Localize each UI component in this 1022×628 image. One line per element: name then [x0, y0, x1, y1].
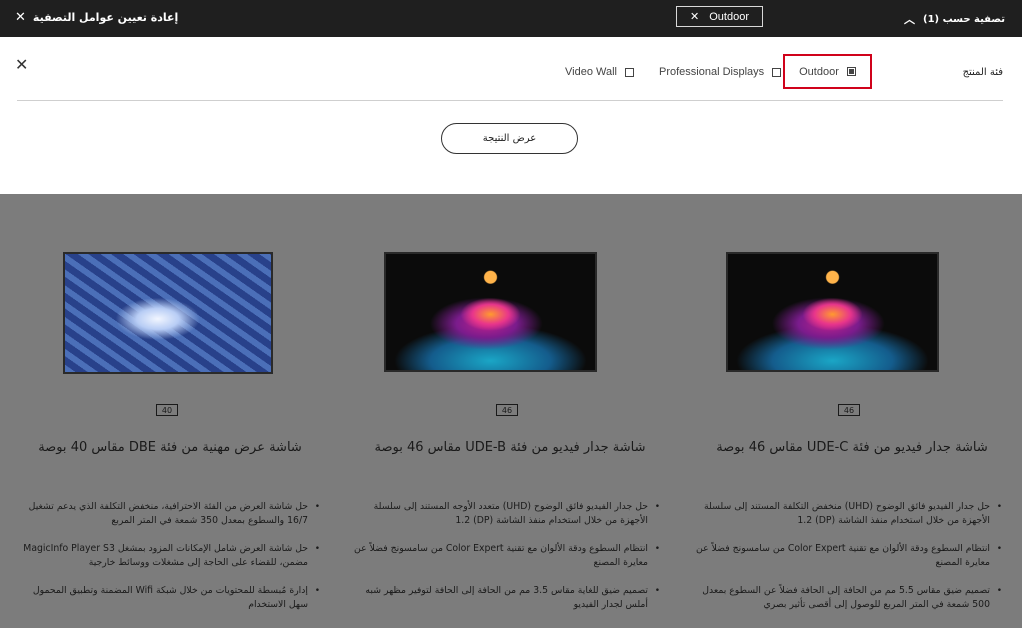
- product-card-ude-b[interactable]: 46 شاشة جدار فيديو من فئة UDE-B مقاس 46 …: [340, 194, 680, 628]
- reset-filters-button[interactable]: ✕ إعادة تعيين عوامل التصفية: [15, 10, 178, 25]
- size-badge: 46: [838, 404, 860, 416]
- remove-filter-icon[interactable]: ✕: [690, 10, 699, 23]
- product-title[interactable]: شاشة عرض مهنية من فئة DBE مقاس 40 بوصة: [0, 440, 340, 455]
- feature-item: حل جدار الفيديو فائق الوضوح (UHD) منخفض …: [694, 500, 1004, 528]
- filter-option-video-wall[interactable]: Video Wall: [565, 66, 634, 78]
- category-label: فئة المنتج: [962, 67, 1003, 78]
- filter-by-label: تصفية حسب (1): [922, 13, 1005, 25]
- product-image[interactable]: [726, 252, 939, 372]
- feature-item: تصميم ضيق للغاية مقاس 3.5 مم من الحافة إ…: [352, 584, 662, 612]
- divider: [17, 100, 1003, 101]
- feature-item: حل شاشة العرض شامل الإمكانات المزود بمشغ…: [12, 542, 322, 570]
- filter-topbar: ✕ إعادة تعيين عوامل التصفية ✕ Outdoor تص…: [0, 0, 1022, 37]
- active-filter-label: Outdoor: [709, 10, 749, 23]
- size-badge: 46: [496, 404, 518, 416]
- product-image[interactable]: [63, 252, 273, 374]
- feature-item: انتظام السطوع ودقة الألوان مع تقنية Colo…: [352, 542, 662, 570]
- show-results-button[interactable]: عرض النتيجة: [441, 123, 578, 154]
- feature-list: حل شاشة العرض من الفئة الاحترافية، منخفض…: [12, 500, 322, 626]
- active-filter-chip[interactable]: ✕ Outdoor: [676, 6, 763, 27]
- filter-option-label: Outdoor: [799, 65, 839, 78]
- chevron-up-icon: ︿: [903, 13, 915, 26]
- feature-item: حل جدار الفيديو فائق الوضوح (UHD) متعدد …: [352, 500, 662, 528]
- checkbox-video-wall[interactable]: [624, 67, 634, 77]
- filter-option-label: Video Wall: [565, 66, 617, 78]
- product-card-ude-c[interactable]: 46 شاشة جدار فيديو من فئة UDE-C مقاس 46 …: [682, 194, 1022, 628]
- feature-list: حل جدار الفيديو فائق الوضوح (UHD) متعدد …: [352, 500, 662, 626]
- close-icon: ✕: [15, 10, 26, 25]
- feature-item: إدارة مُبسطة للمحتويات من خلال شبكة Wifi…: [12, 584, 322, 612]
- filter-option-professional-displays[interactable]: Professional Displays: [659, 66, 782, 78]
- feature-list: حل جدار الفيديو فائق الوضوح (UHD) منخفض …: [694, 500, 1004, 626]
- product-image[interactable]: [384, 252, 597, 372]
- filter-panel: ✕ Video Wall Professional Displays Outdo…: [0, 37, 1022, 194]
- filter-by-toggle[interactable]: تصفية حسب (1) ︿: [904, 11, 1005, 27]
- checkbox-outdoor[interactable]: [846, 67, 856, 76]
- filter-option-outdoor[interactable]: Outdoor: [783, 54, 872, 89]
- filter-option-label: Professional Displays: [659, 66, 765, 78]
- product-title[interactable]: شاشة جدار فيديو من فئة UDE-B مقاس 46 بوص…: [340, 440, 680, 455]
- checkbox-professional-displays[interactable]: [772, 67, 782, 77]
- size-badge: 40: [156, 404, 178, 416]
- close-panel-icon[interactable]: ✕: [15, 55, 28, 74]
- feature-item: انتظام السطوع ودقة الألوان مع تقنية Colo…: [694, 542, 1004, 570]
- feature-item: حل شاشة العرض من الفئة الاحترافية، منخفض…: [12, 500, 322, 528]
- reset-filters-label: إعادة تعيين عوامل التصفية: [32, 11, 179, 24]
- product-card-dbe[interactable]: 40 شاشة عرض مهنية من فئة DBE مقاس 40 بوص…: [0, 194, 340, 628]
- product-title[interactable]: شاشة جدار فيديو من فئة UDE-C مقاس 46 بوص…: [682, 440, 1022, 455]
- feature-item: تصميم ضيق مقاس 5.5 مم من الحافة إلى الحا…: [694, 584, 1004, 612]
